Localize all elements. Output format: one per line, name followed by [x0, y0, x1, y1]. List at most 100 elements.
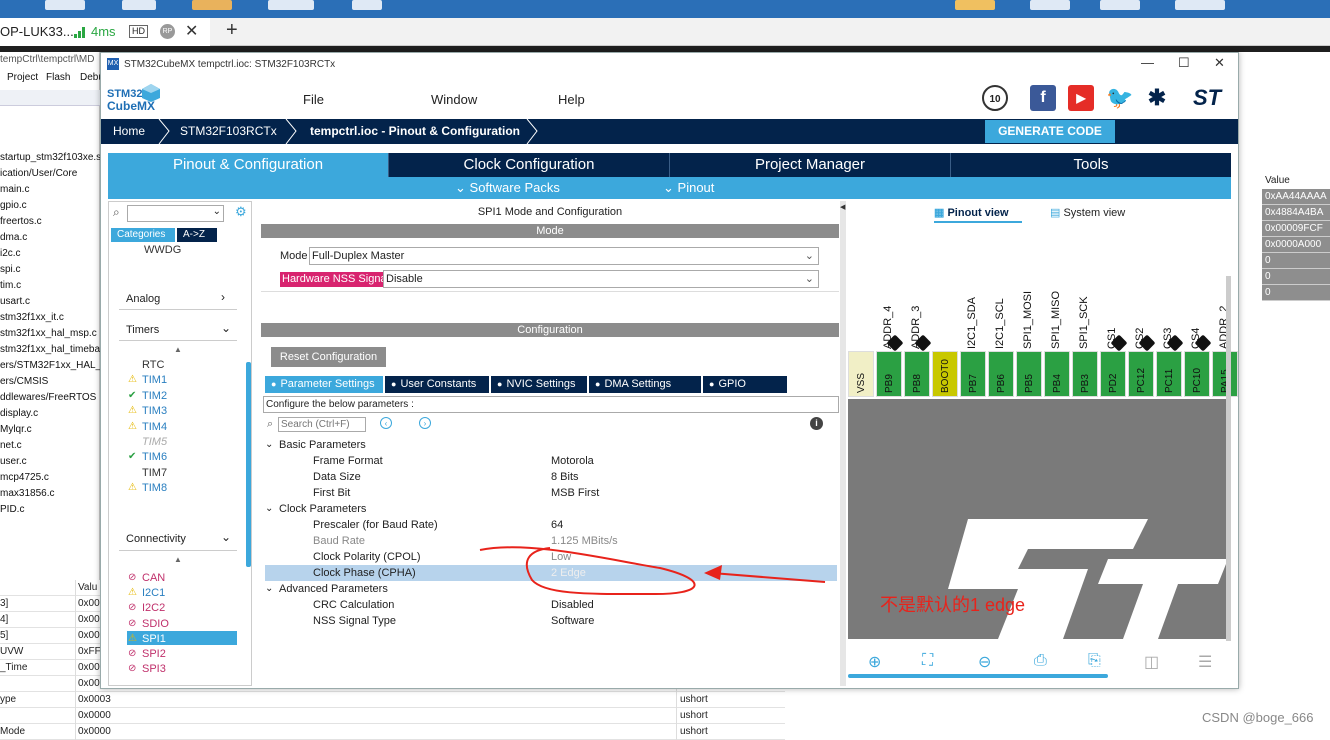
param-tab[interactable]: ● User Constants	[385, 376, 489, 393]
reset-configuration-button[interactable]: Reset Configuration	[271, 347, 386, 367]
category-analog[interactable]: Analog	[126, 293, 160, 305]
pin-pa15[interactable]: PA15	[1212, 351, 1238, 397]
info-icon[interactable]: i	[810, 417, 823, 430]
ide-file-item[interactable]: freertos.c	[0, 216, 42, 227]
pin-pb8[interactable]: PB8	[904, 351, 930, 397]
timer-item[interactable]: RTC	[142, 359, 164, 371]
ide-file-item[interactable]: i2c.c	[0, 248, 21, 259]
minimize-icon[interactable]: —	[1141, 55, 1154, 70]
pin-pc11[interactable]: PC11	[1156, 351, 1182, 397]
chevron-down-icon[interactable]: ⌄	[221, 530, 231, 544]
tab-tools[interactable]: Tools	[951, 153, 1231, 177]
anniversary-badge-icon[interactable]: 10	[982, 85, 1008, 111]
software-packs-menu[interactable]: ⌄ Software Packs	[455, 180, 560, 196]
generate-code-button[interactable]: GENERATE CODE	[985, 120, 1115, 143]
pin-pb7[interactable]: PB7	[960, 351, 986, 397]
category-search-input[interactable]: ⌄	[127, 205, 224, 222]
taskbar-app-icon[interactable]	[122, 0, 156, 10]
system-view-tab[interactable]: ▤ System view	[1050, 206, 1125, 219]
network-icon[interactable]: ✱	[1144, 85, 1170, 111]
param-value[interactable]: 8 Bits	[551, 469, 579, 485]
close-icon[interactable]: ✕	[1214, 55, 1225, 71]
ide-file-item[interactable]: ers/STM32F1xx_HAL_Dri	[0, 360, 114, 371]
param-group[interactable]: ⌄ Clock Parameters	[265, 501, 837, 517]
pinout-scrollbar[interactable]	[848, 674, 1108, 678]
pin-pc10[interactable]: PC10	[1184, 351, 1210, 397]
import-icon[interactable]: ⎘	[1088, 652, 1101, 670]
timer-item[interactable]: TIM2	[142, 390, 167, 402]
taskbar-app-icon[interactable]	[45, 0, 85, 10]
param-tab[interactable]: ● NVIC Settings	[491, 376, 587, 393]
categories-scrollbar[interactable]	[246, 362, 251, 567]
param-row[interactable]: First Bit MSB First	[265, 485, 837, 501]
ide-file-item[interactable]: dma.c	[0, 232, 27, 243]
pin-pd2[interactable]: PD2	[1100, 351, 1126, 397]
timer-item[interactable]: TIM7	[142, 467, 167, 479]
ide-file-item[interactable]: net.c	[0, 440, 22, 451]
taskbar-app-icon[interactable]	[268, 0, 314, 10]
param-value[interactable]: Software	[551, 613, 594, 629]
timer-item[interactable]: TIM6	[142, 451, 167, 463]
sort-icon[interactable]: ▲	[174, 555, 182, 564]
taskbar-app-icon[interactable]	[352, 0, 382, 10]
breadcrumb-project[interactable]: tempctrl.ioc - Pinout & Configuration	[310, 119, 520, 144]
chevron-down-icon[interactable]: ⌄	[265, 437, 273, 453]
taskbar-app-icon[interactable]	[955, 0, 995, 10]
param-value[interactable]: Motorola	[551, 453, 594, 469]
new-tab-icon[interactable]: +	[226, 19, 238, 42]
category-wwdg[interactable]: WWDG	[144, 244, 181, 256]
ide-file-item[interactable]: usart.c	[0, 296, 30, 307]
ide-file-item[interactable]: Mylqr.c	[0, 424, 32, 435]
ide-file-item[interactable]: user.c	[0, 456, 27, 467]
pin-pb9[interactable]: PB9	[876, 351, 902, 397]
pin-pc12[interactable]: PC12	[1128, 351, 1154, 397]
timer-item[interactable]: TIM1	[142, 374, 167, 386]
connectivity-item[interactable]: SPI2	[142, 648, 166, 660]
ide-menu-project[interactable]: Project	[7, 72, 38, 83]
chevron-right-icon[interactable]: ›	[221, 290, 225, 304]
connectivity-item[interactable]: I2C1	[142, 587, 165, 599]
timer-item[interactable]: TIM4	[142, 421, 167, 433]
nss-select[interactable]: Disable ⌄	[383, 270, 819, 288]
category-connectivity[interactable]: Connectivity	[126, 533, 186, 545]
param-tab[interactable]: ● DMA Settings	[589, 376, 701, 393]
close-tab-icon[interactable]: ✕	[185, 21, 198, 41]
param-row[interactable]: Data Size 8 Bits	[265, 469, 837, 485]
timer-item[interactable]: TIM5	[142, 436, 167, 448]
st-logo-icon[interactable]: ST	[1184, 85, 1230, 111]
gear-icon[interactable]: ⚙	[235, 204, 247, 220]
mode-select[interactable]: Full-Duplex Master ⌄	[309, 247, 819, 265]
zoom-in-icon[interactable]: ⊕	[868, 652, 881, 672]
ide-file-item[interactable]: ers/CMSIS	[0, 376, 48, 387]
export-icon[interactable]: ⎙	[1034, 652, 1047, 670]
maximize-icon[interactable]: ☐	[1178, 55, 1190, 71]
pin-vss[interactable]: VSS	[848, 351, 874, 397]
taskbar-app-icon[interactable]	[1175, 0, 1225, 10]
taskbar-app-icon[interactable]	[1100, 0, 1140, 10]
ide-file-item[interactable]: stm32f1xx_it.c	[0, 312, 64, 323]
param-group[interactable]: ⌄ Basic Parameters	[265, 437, 837, 453]
chevron-down-icon[interactable]: ⌄	[213, 206, 221, 217]
youtube-icon[interactable]: ▶	[1068, 85, 1094, 111]
ide-file-item[interactable]: ication/User/Core	[0, 168, 77, 179]
pinout-menu[interactable]: ⌄ Pinout	[663, 180, 714, 196]
chevron-down-icon[interactable]: ⌄	[265, 581, 273, 597]
pin-pb3[interactable]: PB3	[1072, 351, 1098, 397]
pin-pb4[interactable]: PB4	[1044, 351, 1070, 397]
ide-file-item[interactable]: PID.c	[0, 504, 24, 515]
category-timers[interactable]: Timers	[126, 324, 159, 336]
taskbar-app-icon[interactable]	[1030, 0, 1070, 10]
menu-window[interactable]: Window	[431, 92, 477, 107]
ide-file-item[interactable]: max31856.c	[0, 488, 54, 499]
tab-a-z[interactable]: A->Z	[177, 228, 217, 242]
split-view-icon[interactable]: ◫	[1144, 652, 1159, 672]
fit-icon[interactable]: ⛶	[922, 652, 933, 670]
sort-icon[interactable]: ▲	[174, 345, 182, 354]
ide-file-item[interactable]: startup_stm32f103xe.s	[0, 152, 101, 163]
connectivity-item[interactable]: CAN	[142, 572, 165, 584]
ide-file-item[interactable]: ddlewares/FreeRTOS	[0, 392, 96, 403]
pinout-view-tab[interactable]: ▦ Pinout view	[934, 206, 1009, 219]
param-row[interactable]: NSS Signal Type Software	[265, 613, 837, 629]
facebook-icon[interactable]: f	[1030, 85, 1056, 111]
ide-file-item[interactable]: display.c	[0, 408, 38, 419]
